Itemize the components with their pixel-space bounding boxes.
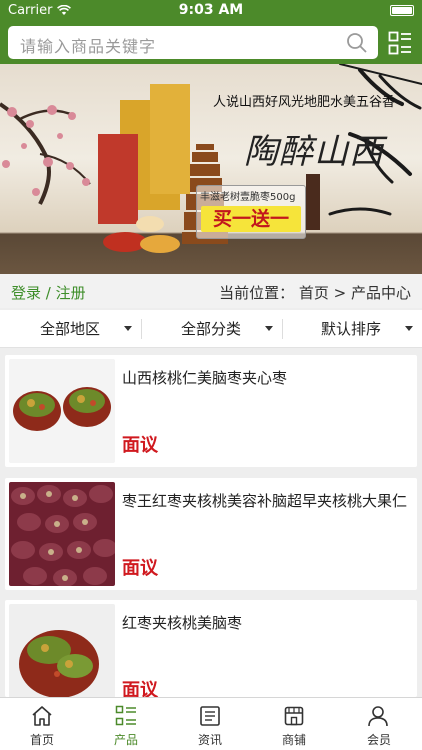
product-price: 面议 [122, 680, 158, 697]
search-icon[interactable] [346, 32, 368, 54]
filter-region-label: 全部地区 [40, 320, 101, 338]
product-title[interactable]: 红枣夹核桃美脑枣 [122, 612, 242, 633]
store-icon [284, 706, 304, 726]
grid-list-icon [115, 705, 136, 726]
tab-store-label: 商铺 [281, 733, 306, 747]
banner-slogan: 人说山西好风光地肥水美五谷香 [213, 95, 396, 110]
chevron-down-icon [265, 326, 273, 331]
filter-sort[interactable]: 默认排序 [321, 310, 417, 348]
product-card[interactable]: 枣王红枣夹核桃美容补脑超早夹核桃大果仁 面议 [5, 478, 417, 590]
status-bar: Carrier 9:03 AM [0, 0, 422, 22]
tab-home-label: 首页 [29, 733, 54, 747]
product-card[interactable]: 山西核桃仁美脑枣夹心枣 面议 [5, 355, 417, 467]
product-image [9, 604, 115, 697]
product-title[interactable]: 山西核桃仁美脑枣夹心枣 [122, 367, 287, 388]
divider [141, 319, 142, 339]
tab-home[interactable]: 首页 [0, 698, 84, 750]
login-register-link[interactable]: 登录 / 注册 [11, 282, 86, 303]
product-image [9, 482, 115, 586]
filter-region[interactable]: 全部地区 [40, 310, 136, 348]
product-image [9, 359, 115, 463]
tab-products-label: 产品 [113, 733, 138, 747]
chevron-down-icon [405, 326, 413, 331]
current-location: 当前位置： 首页 > 产品中心 [219, 284, 411, 302]
news-icon [200, 706, 220, 726]
search-placeholder: 请输入商品关键字 [20, 37, 157, 56]
header: Carrier 9:03 AM 请输入商品关键字 [0, 0, 422, 64]
tab-products[interactable]: 产品 [84, 698, 168, 750]
search-input[interactable]: 请输入商品关键字 [8, 26, 378, 59]
banner-product-box: 丰滋老树壹脆枣500g 买一送一 [196, 185, 306, 239]
filter-category[interactable]: 全部分类 [181, 310, 277, 348]
banner-promo: 买一送一 [201, 206, 301, 232]
divider [282, 319, 283, 339]
promo-banner[interactable]: 人说山西好风光地肥水美五谷香 陶醉山西 丰滋老树壹脆枣500g 买一送一 [0, 64, 422, 274]
tab-member[interactable]: 会员 [336, 698, 422, 750]
tab-member-label: 会员 [366, 733, 391, 747]
clock: 9:03 AM [178, 2, 244, 18]
battery-icon [390, 5, 414, 16]
product-price: 面议 [122, 558, 158, 579]
tab-store[interactable]: 商铺 [252, 698, 336, 750]
filter-bar: 全部地区 全部分类 默认排序 [0, 310, 422, 348]
product-price: 面议 [122, 435, 158, 456]
product-card[interactable]: 红枣夹核桃美脑枣 面议 [5, 600, 417, 697]
tab-news-label: 资讯 [197, 733, 222, 747]
category-menu-icon[interactable] [388, 31, 412, 55]
product-title[interactable]: 枣王红枣夹核桃美容补脑超早夹核桃大果仁 [122, 490, 407, 511]
filter-sort-label: 默认排序 [321, 320, 382, 338]
home-icon [32, 706, 52, 726]
tab-news[interactable]: 资讯 [168, 698, 252, 750]
banner-brand: 陶醉山西 [244, 132, 384, 172]
breadcrumb: 登录 / 注册 当前位置： 首页 > 产品中心 [0, 274, 422, 308]
banner-product-name: 丰滋老树壹脆枣500g [200, 192, 296, 203]
chevron-down-icon [124, 326, 132, 331]
user-icon [368, 706, 388, 727]
bottom-tab-bar: 首页 产品 资讯 商铺 会员 [0, 697, 422, 750]
filter-category-label: 全部分类 [181, 320, 242, 338]
